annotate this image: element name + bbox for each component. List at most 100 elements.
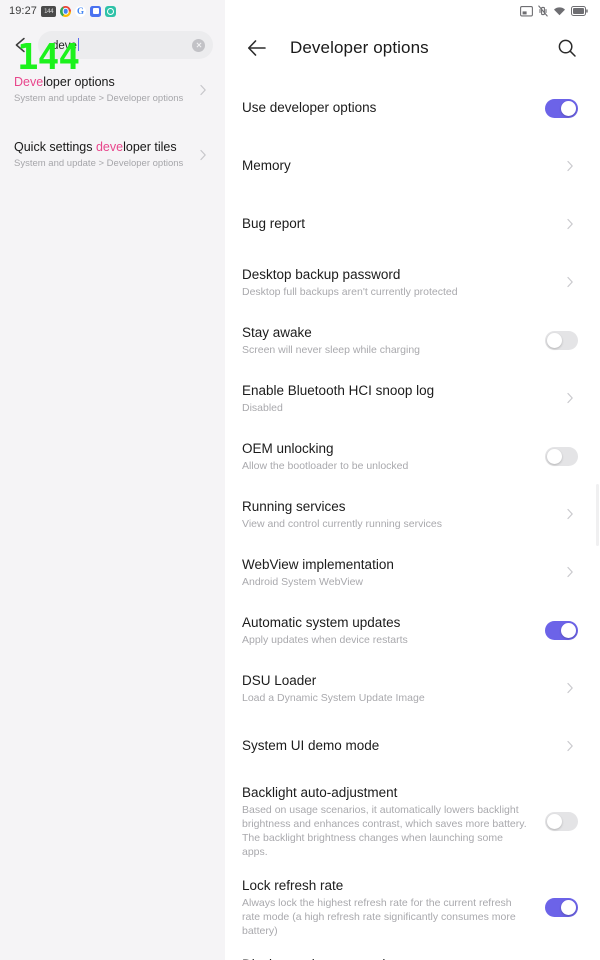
toggle-use-developer-options[interactable] — [545, 98, 578, 118]
list-item-system-ui-demo-mode[interactable]: System UI demo mode — [225, 726, 600, 766]
list-item-title: System UI demo mode — [242, 738, 380, 753]
list-item-text: System UI demo mode — [242, 737, 562, 755]
chevron-right-icon — [200, 84, 206, 95]
list-item-title: Memory — [242, 158, 291, 173]
list-item-dsu-loader[interactable]: DSU Loader Load a Dynamic System Update I… — [225, 668, 600, 708]
list-item-stay-awake[interactable]: Stay awake Screen will never sleep while … — [225, 320, 600, 360]
list-item-automatic-system-updates[interactable]: Automatic system updates Apply updates wh… — [225, 610, 600, 650]
chevron-right-icon — [200, 149, 206, 160]
chevron-right-icon — [567, 740, 573, 752]
search-back-button[interactable] — [10, 34, 32, 56]
search-result-quick-settings-developer-tiles[interactable]: Quick settings developer tiles System an… — [0, 139, 225, 171]
list-item-title: Lock refresh rate — [242, 878, 344, 893]
list-item-display-package-name-in-a-toast[interactable]: Display package name in a toastWhen a to… — [225, 956, 600, 960]
list-item-title: Enable Bluetooth HCI snoop log — [242, 382, 435, 398]
list-item-title: Use developer options — [242, 100, 377, 115]
toggle-knob — [561, 100, 576, 116]
list-item-text: Automatic system updates Apply updates wh… — [242, 614, 545, 647]
chevron-right-icon — [567, 160, 573, 172]
list-item-subtitle: Always lock the highest refresh rate for… — [242, 897, 516, 937]
toggle-knob — [561, 900, 576, 915]
list-item-subtitle: Load a Dynamic System Update Image — [242, 691, 425, 704]
developer-options-list: Use developer options Memory Bug report Des… — [225, 74, 600, 960]
list-item-title: DSU Loader — [242, 672, 317, 688]
toggle-knob — [547, 448, 562, 464]
search-result-text: Developer options System and update > De… — [14, 74, 195, 106]
list-item-title: Stay awake — [242, 324, 312, 340]
list-item-enable-bluetooth-hci-snoop-log[interactable]: Enable Bluetooth HCI snoop log Disabled — [225, 378, 600, 418]
search-input[interactable]: deve — [38, 31, 213, 59]
list-item-title: Bug report — [242, 216, 306, 231]
list-item-bug-report[interactable]: Bug report — [225, 204, 600, 244]
list-item-text: Bug report — [242, 215, 562, 233]
list-item-text: Display package name in a toastWhen a to… — [242, 956, 545, 960]
list-item-subtitle: View and control currently running servi… — [242, 517, 442, 530]
search-button[interactable] — [556, 37, 578, 59]
list-item-subtitle: Disabled — [242, 401, 283, 414]
list-item-title: Running services — [242, 498, 346, 514]
toggle-oem-unlocking[interactable] — [545, 446, 578, 466]
list-item-text: OEM unlocking Allow the bootloader to be … — [242, 440, 545, 473]
list-item-oem-unlocking[interactable]: OEM unlocking Allow the bootloader to be … — [225, 436, 600, 476]
list-item-memory[interactable]: Memory — [225, 146, 600, 186]
search-result-title: Developer options — [14, 75, 115, 89]
list-item-text: Enable Bluetooth HCI snoop log Disabled — [242, 382, 562, 415]
toggle-lock-refresh-rate[interactable] — [545, 898, 578, 917]
list-item-text: Memory — [242, 157, 562, 175]
search-result-title: Quick settings developer tiles — [14, 140, 177, 154]
toggle-knob — [547, 814, 562, 829]
list-item-title: Desktop backup password — [242, 266, 401, 282]
list-item-subtitle: Desktop full backups aren't currently pr… — [242, 285, 458, 298]
search-result-subtitle: System and update > Developer options — [14, 93, 184, 104]
list-item-lock-refresh-rate[interactable]: Lock refresh rate Always lock the highest… — [225, 877, 600, 938]
back-arrow-icon — [248, 40, 266, 56]
list-item-subtitle: Based on usage scenarios, it automatical… — [242, 804, 527, 858]
page-title: Developer options — [290, 38, 429, 57]
list-item-use-developer-options[interactable]: Use developer options — [225, 88, 600, 128]
search-bar: deve — [0, 30, 225, 60]
list-item-subtitle: Screen will never sleep while charging — [242, 343, 421, 356]
list-item-text: DSU Loader Load a Dynamic System Update I… — [242, 672, 562, 705]
toggle-knob — [547, 332, 562, 348]
developer-options-panel: Developer options Use developer options M… — [225, 0, 600, 960]
scrollbar[interactable] — [596, 484, 599, 546]
list-item-text: Stay awake Screen will never sleep while … — [242, 324, 545, 357]
back-button[interactable] — [245, 36, 269, 60]
chevron-right-icon — [567, 566, 573, 578]
search-result-text: Quick settings developer tiles System an… — [14, 139, 195, 171]
toggle-automatic-system-updates[interactable] — [545, 620, 578, 640]
chevron-right-icon — [567, 682, 573, 694]
list-item-text: WebView implementation Android System Web… — [242, 556, 562, 589]
list-item-title: OEM unlocking — [242, 440, 334, 456]
search-icon — [558, 39, 576, 57]
list-item-desktop-backup-password[interactable]: Desktop backup password Desktop full back… — [225, 262, 600, 302]
list-item-title: Display package name in a toast — [242, 956, 531, 960]
text-caret — [77, 38, 79, 51]
chevron-right-icon — [567, 392, 573, 404]
toggle-backlight-auto-adjustment[interactable] — [545, 812, 578, 831]
list-item-backlight-auto-adjustment[interactable]: Backlight auto-adjustment Based on usage … — [225, 784, 600, 859]
clear-icon[interactable] — [192, 38, 205, 52]
list-item-running-services[interactable]: Running services View and control current… — [225, 494, 600, 534]
list-item-subtitle: Allow the bootloader to be unlocked — [242, 459, 409, 472]
list-item-subtitle: Apply updates when device restarts — [242, 633, 408, 646]
toggle-knob — [561, 622, 576, 638]
list-item-webview-implementation[interactable]: WebView implementation Android System Web… — [225, 552, 600, 592]
chevron-right-icon — [567, 276, 573, 288]
search-result-developer-options[interactable]: Developer options System and update > De… — [0, 74, 225, 106]
toggle-stay-awake[interactable] — [545, 330, 578, 350]
list-item-text: Use developer options — [242, 99, 545, 117]
